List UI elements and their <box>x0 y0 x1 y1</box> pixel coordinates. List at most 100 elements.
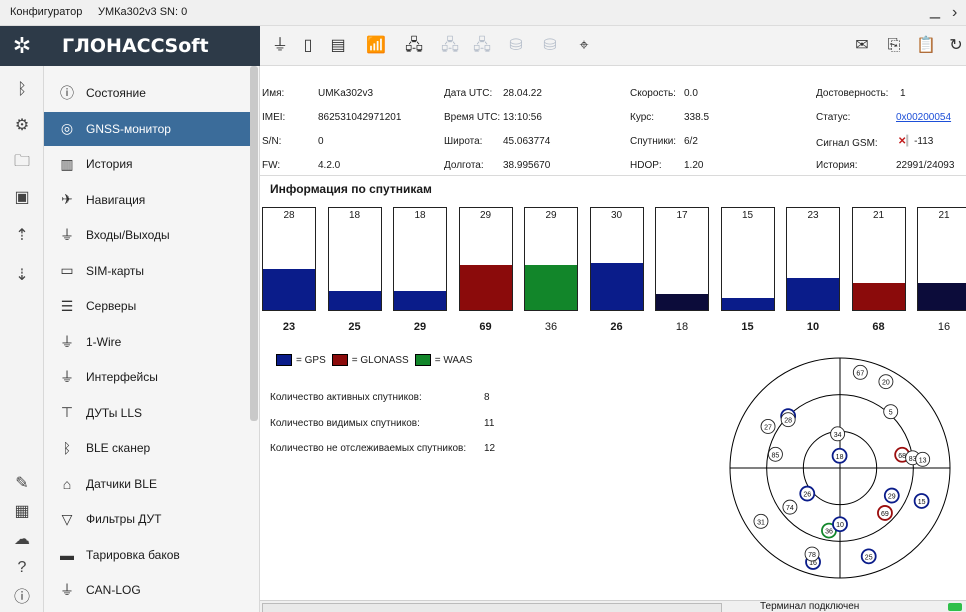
server-2-icon[interactable]: 🖧 <box>470 34 494 58</box>
edit-icon[interactable]: ✎ <box>10 472 34 496</box>
icon-sidebar: ✲ ᛒ ⚙ 🗀 ▣ ⇡ ⇣ ✎ ▦ ☁ ? ⓘ <box>0 26 44 612</box>
server-icon: ☰ <box>60 297 74 314</box>
signal-fill <box>328 290 381 310</box>
info-icon[interactable]: ⓘ <box>10 586 34 610</box>
nav-item-label: BLE сканер <box>86 441 151 455</box>
nav-item-label: Состояние <box>86 86 146 100</box>
navigation-menu: ГЛОНАССSoft ⓘ Состояние ◎ GNSS-монитор ▥ Исто… <box>44 26 260 612</box>
legend: = GPS = GLONASS = WAAS <box>276 354 478 366</box>
bluetooth-icon[interactable]: ᛒ <box>10 78 34 102</box>
plug-icon: ⏚ <box>60 333 74 350</box>
location-pin-icon[interactable]: ⌖ <box>572 34 596 58</box>
nav-item[interactable]: ✈ Навигация <box>44 183 250 217</box>
satellite-marker-label: 25 <box>865 554 873 561</box>
io-icon: ⏚ <box>60 227 74 243</box>
device-info-panel: Имя: UMKa302v3 IMEI: 862531042971201 S/N… <box>260 80 966 176</box>
book-icon: ▥ <box>60 155 74 172</box>
nav-item[interactable]: ⏚ CAN-LOG <box>44 573 250 607</box>
refresh-icon[interactable]: ↻ <box>944 34 966 58</box>
satellite-bars: 28 23 18 25 18 29 29 69 29 36 30 26 17 18 15 15 23 10 21 68… <box>260 207 966 333</box>
nav-item-label: Входы/Выходы <box>86 228 170 242</box>
device-title: УМКа302v3 SN: 0 <box>98 6 188 18</box>
sim-icon[interactable]: ▤ <box>326 34 350 58</box>
nav-item[interactable]: ⌂ Датчики BLE <box>44 467 250 501</box>
gsm-signal-number: -113 <box>914 136 934 147</box>
gsm-signal-value: ✕▎-113 <box>898 136 933 147</box>
satellite-prn: 16 <box>937 321 951 333</box>
document-refresh-icon[interactable]: ⎘ <box>882 34 906 58</box>
history-value: 22991/24093 <box>896 160 955 171</box>
plug-icon[interactable]: ⏚ <box>268 34 292 58</box>
nav-item[interactable]: ▽ Фильтры ДУТ <box>44 502 250 536</box>
satellite-marker-label: 31 <box>757 519 765 526</box>
signal-fill <box>656 293 708 310</box>
nav-item[interactable]: ⏚ Входы/Выходы <box>44 218 250 252</box>
satellite-prn: 29 <box>413 321 427 333</box>
cloud-icon[interactable]: ☁ <box>10 528 34 552</box>
save-icon[interactable]: ▣ <box>10 186 34 210</box>
latitude-value: 45.063774 <box>503 136 551 147</box>
nav-item[interactable]: ▬ Тарировка баков <box>44 538 250 572</box>
signal-strength: 15 <box>741 210 754 221</box>
signal-fill <box>459 265 512 310</box>
battery-icon[interactable]: ▯ <box>296 34 320 58</box>
server-1-icon[interactable]: 🖧 <box>438 34 462 58</box>
satellite-bar: 29 69 <box>458 207 513 333</box>
nav-item-label: SIM-карты <box>86 263 145 278</box>
sensor-icon: ⊤ <box>60 404 74 420</box>
signal-strength: 21 <box>938 210 950 221</box>
imei-value: 862531042971201 <box>318 112 402 123</box>
gnss-error-icon[interactable]: 🖧 <box>402 34 426 58</box>
tank-icon: ▬ <box>60 546 74 563</box>
satellite-marker-label: 20 <box>882 380 890 387</box>
signal-box: 18 <box>327 207 382 311</box>
nav-item-label: История <box>86 157 133 171</box>
database-2-icon[interactable]: ⛁ <box>538 34 562 58</box>
satellite-bar: 29 36 <box>524 207 578 333</box>
database-1-icon[interactable]: ⛁ <box>504 34 528 58</box>
satellite-prn: 26 <box>610 321 623 333</box>
untracked-count-label: Количество не отслеживаемых спутников: <box>270 443 467 454</box>
course-label: Курс: <box>630 112 655 123</box>
help-icon[interactable]: ? <box>10 556 34 580</box>
validity-label: Достоверность: <box>816 88 889 99</box>
nav-scrollbar[interactable] <box>250 66 258 421</box>
mail-icon[interactable]: ✉ <box>850 34 874 58</box>
nav-item[interactable]: ▭ SIM-карты <box>44 254 250 288</box>
satellite-marker-label: 29 <box>888 494 896 501</box>
satellite-bar: 23 10 <box>786 207 840 333</box>
course-value: 338.5 <box>684 112 710 123</box>
clipboard-icon[interactable]: 📋 <box>914 34 938 58</box>
active-count-label: Количество активных спутников: <box>270 392 422 403</box>
nav-item[interactable]: ⏚ Интерфейсы <box>44 360 250 394</box>
signal-strength: 18 <box>348 210 361 221</box>
satellite-bar: 21 16 <box>917 207 966 333</box>
nav-item-label: GNSS-монитор <box>86 121 171 136</box>
nav-item-label: Интерфейсы <box>86 370 158 384</box>
chevron-right-icon[interactable]: › <box>952 4 957 22</box>
time-value: 13:10:56 <box>503 112 542 123</box>
plug-icon: ⏚ <box>60 369 74 385</box>
nav-item[interactable]: ᛒ BLE сканер <box>44 431 250 465</box>
nav-item[interactable]: ⏚ 1-Wire <box>44 325 250 359</box>
network-icon[interactable]: ⚙ <box>10 114 34 138</box>
satellite-prn: 25 <box>348 321 361 333</box>
antenna-icon[interactable]: 📶 <box>364 34 388 58</box>
sim-icon: ▭ <box>60 262 74 278</box>
folder-icon[interactable]: 🗀 <box>10 150 34 174</box>
nav-item[interactable]: ☰ Серверы <box>44 289 250 323</box>
history-label: История: <box>816 160 858 171</box>
nav-item[interactable]: ▥ История <box>44 147 250 181</box>
satellite-marker-label: 69 <box>881 511 889 518</box>
nav-item[interactable]: ⊤ ДУТы LLS <box>44 396 250 430</box>
legend-label: = GLONASS <box>351 354 409 366</box>
grid-icon[interactable]: ▦ <box>10 500 34 524</box>
nav-item[interactable]: ◎ GNSS-монитор <box>44 111 250 146</box>
navigation-icon: ✈ <box>61 191 73 207</box>
upload-icon[interactable]: ⇡ <box>10 224 34 248</box>
name-value: UMKa302v3 <box>318 88 374 99</box>
minimize-button[interactable]: _ <box>930 0 940 18</box>
download-icon[interactable]: ⇣ <box>10 264 34 288</box>
nav-item[interactable]: ⓘ Состояние <box>44 76 250 110</box>
status-link[interactable]: 0x00200054 <box>896 112 951 123</box>
